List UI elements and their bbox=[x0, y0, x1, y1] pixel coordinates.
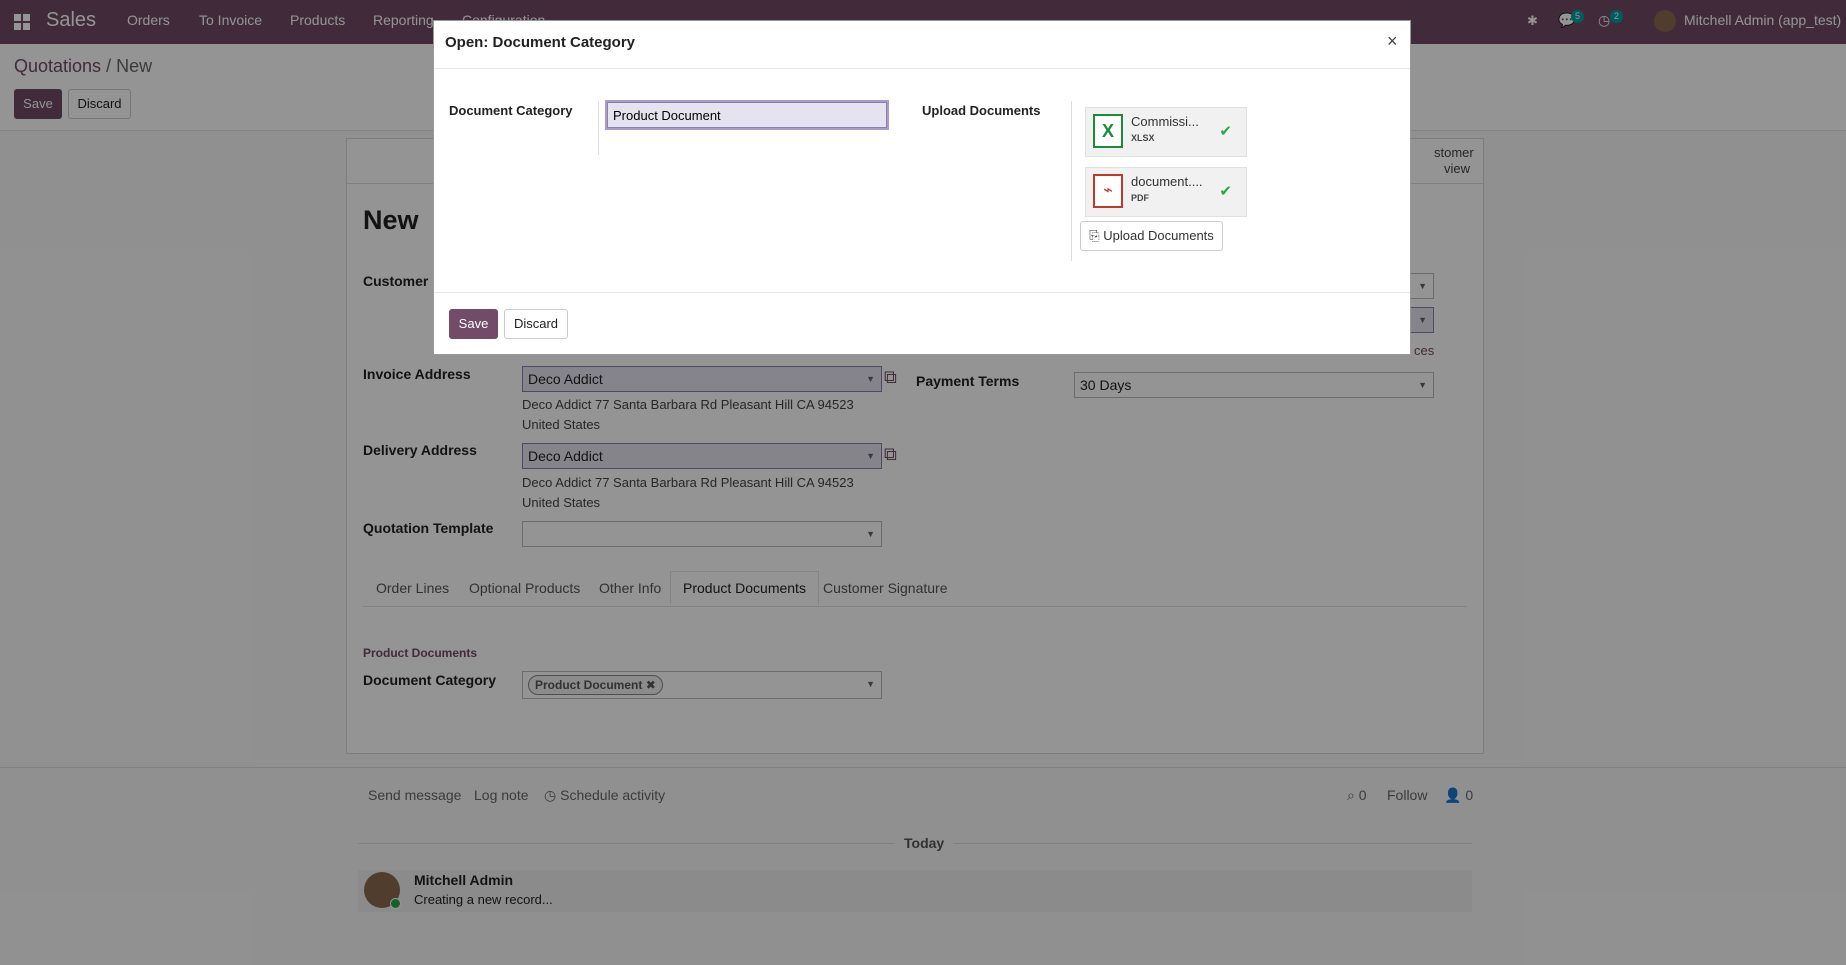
upload-documents-button-label: Upload Documents bbox=[1103, 228, 1214, 243]
modal-label-divider bbox=[598, 101, 599, 155]
modal-footer: Save Discard bbox=[434, 292, 1410, 355]
attachment-type: PDF bbox=[1131, 193, 1149, 203]
check-icon: ✔ bbox=[1219, 123, 1232, 140]
modal-discard-button[interactable]: Discard bbox=[504, 309, 568, 339]
upload-documents-button[interactable]: ⎘ Upload Documents bbox=[1080, 221, 1223, 251]
modal-doc-category-label: Document Category bbox=[449, 103, 573, 118]
attachment-type: XLSX bbox=[1131, 133, 1155, 143]
modal-header: Open: Document Category × bbox=[434, 21, 1410, 69]
upload-label-divider bbox=[1071, 101, 1072, 261]
pdf-file-icon: ⌁ bbox=[1093, 174, 1123, 208]
modal-title: Open: Document Category bbox=[445, 34, 636, 51]
excel-file-icon: X bbox=[1093, 114, 1123, 148]
attachment-pdf[interactable]: ⌁ document.... PDF ✔ bbox=[1085, 167, 1247, 217]
paperclip-icon: ⎘ bbox=[1089, 228, 1100, 243]
attachment-name: Commissi... bbox=[1131, 114, 1199, 129]
attachment-xlsx[interactable]: X Commissi... XLSX ✔ bbox=[1085, 107, 1247, 157]
attachment-name: document.... bbox=[1131, 174, 1203, 189]
upload-documents-label: Upload Documents bbox=[922, 103, 1041, 118]
doc-category-input[interactable] bbox=[605, 100, 889, 130]
check-icon: ✔ bbox=[1219, 183, 1232, 200]
close-icon[interactable]: × bbox=[1387, 31, 1398, 52]
document-category-dialog: Open: Document Category × Document Categ… bbox=[433, 20, 1411, 355]
modal-save-button[interactable]: Save bbox=[449, 309, 498, 339]
